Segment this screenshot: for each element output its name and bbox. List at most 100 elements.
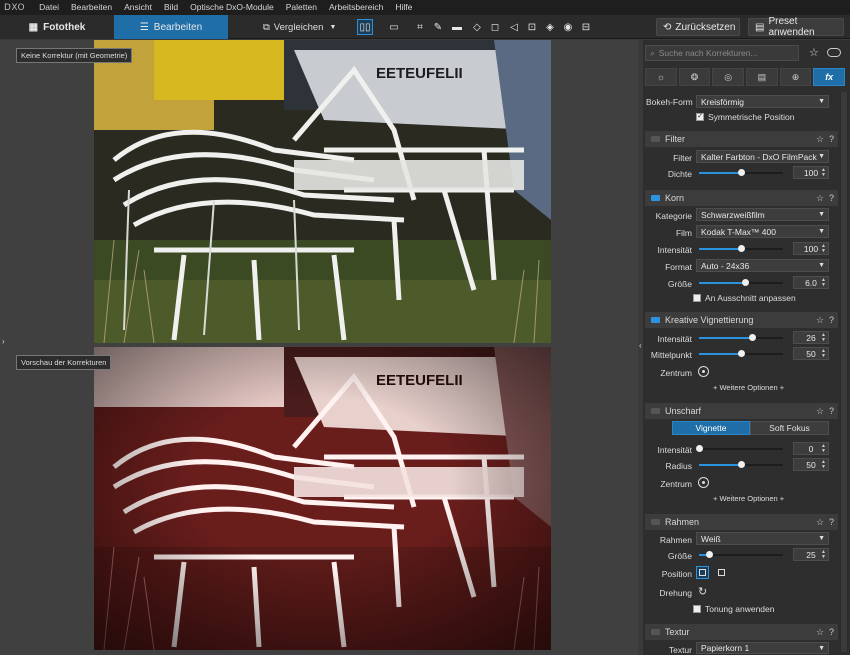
star-icon[interactable]: ☆ — [816, 627, 824, 638]
grain-intensity-input[interactable]: 100 ▲ ▼ — [793, 242, 829, 255]
section-toggle[interactable] — [651, 195, 660, 201]
perspective-rect-icon[interactable]: ◻ — [487, 19, 503, 35]
section-toggle[interactable] — [651, 629, 660, 635]
blur-more-options-link[interactable]: + Weitere Optionen + — [713, 494, 784, 503]
category-dropdown[interactable]: Schwarzweißfilm ▼ — [696, 208, 829, 221]
tab-watermark[interactable]: ⊕ — [779, 68, 812, 86]
vignette-more-options-link[interactable]: + Weitere Optionen + — [713, 383, 784, 392]
spinner-icon[interactable]: ▲ ▼ — [821, 243, 826, 254]
vignette-intensity-slider[interactable] — [699, 331, 783, 344]
slider-knob[interactable] — [706, 551, 714, 558]
tab-geometry[interactable]: ▤ — [746, 68, 778, 86]
section-grain[interactable]: Korn ☆? — [645, 190, 838, 206]
menu-ansicht[interactable]: Ansicht — [118, 0, 158, 15]
blur-intensity-input[interactable]: 0 ▲ ▼ — [793, 442, 829, 455]
menu-bild[interactable]: Bild — [158, 0, 184, 15]
frame-dropdown[interactable]: Weiß ▼ — [696, 532, 829, 545]
section-texture[interactable]: Textur ☆? — [645, 624, 838, 640]
help-icon[interactable]: ? — [829, 517, 834, 527]
frame-size-input[interactable]: 25 ▲ ▼ — [793, 548, 829, 561]
help-icon[interactable]: ? — [829, 315, 834, 325]
panel-scrollbar-thumb[interactable] — [841, 92, 847, 652]
menu-paletten[interactable]: Paletten — [280, 0, 323, 15]
film-dropdown[interactable]: Kodak T-Max™ 400 ▼ — [696, 225, 829, 238]
star-icon[interactable]: ☆ — [816, 406, 824, 417]
eyedropper-icon[interactable]: ✎ — [430, 19, 446, 35]
tab-library[interactable]: ▦ Fotothek — [0, 15, 114, 39]
spinner-icon[interactable]: ▲ ▼ — [821, 167, 826, 178]
position-outside-button[interactable] — [715, 566, 728, 579]
section-frame[interactable]: Rahmen ☆? — [645, 514, 838, 530]
search-box[interactable]: ⌕ — [645, 45, 799, 61]
midpoint-input[interactable]: 50 ▲ ▼ — [793, 347, 829, 360]
tab-detail[interactable]: ◎ — [712, 68, 745, 86]
grain-size-slider[interactable] — [699, 276, 783, 289]
left-panel-toggle-icon[interactable]: › — [2, 337, 5, 346]
spinner-icon[interactable]: ▲ ▼ — [821, 332, 826, 343]
section-toggle[interactable] — [651, 136, 660, 142]
reset-button[interactable]: ⟲ Zurücksetzen — [656, 18, 740, 36]
grain-size-input[interactable]: 6.0 ▲ ▼ — [793, 276, 829, 289]
toning-checkbox[interactable]: Tonung anwenden — [693, 604, 774, 614]
preview-after-image[interactable]: EETEUFELII — [94, 347, 551, 650]
section-toggle[interactable] — [651, 519, 660, 525]
eye-icon[interactable]: ◉ — [560, 19, 576, 35]
tab-light[interactable]: ☼ — [645, 68, 677, 86]
histogram-icon[interactable]: ⊟ — [578, 19, 594, 35]
format-dropdown[interactable]: Auto - 24x36 ▼ — [696, 259, 829, 272]
position-inside-button[interactable] — [696, 566, 709, 579]
perspective-icon[interactable]: ◇ — [469, 19, 485, 35]
spinner-icon[interactable]: ▲ ▼ — [821, 549, 826, 560]
tab-effects[interactable]: fx — [813, 68, 846, 86]
slider-knob[interactable] — [696, 445, 703, 452]
slider-knob[interactable] — [738, 350, 745, 357]
menu-bearbeiten[interactable]: Bearbeiten — [65, 0, 118, 15]
tab-color[interactable]: ❂ — [678, 68, 711, 86]
frame-size-slider[interactable] — [699, 548, 783, 561]
search-input[interactable] — [658, 48, 789, 58]
spinner-icon[interactable]: ▲ ▼ — [821, 277, 826, 288]
split-view-icon[interactable]: ▯▯ — [357, 19, 373, 35]
center-target-icon[interactable] — [698, 477, 709, 488]
menu-arbeitsbereich[interactable]: Arbeitsbereich — [323, 0, 389, 15]
grain-intensity-slider[interactable] — [699, 242, 783, 255]
slider-knob[interactable] — [738, 169, 745, 176]
density-slider[interactable] — [699, 166, 783, 179]
section-filter[interactable]: Filter ☆? — [645, 131, 838, 147]
center-target-icon[interactable] — [698, 366, 709, 377]
blur-intensity-slider[interactable] — [696, 442, 783, 455]
slider-knob[interactable] — [748, 334, 756, 341]
vignette-intensity-input[interactable]: 26 ▲ ▼ — [793, 331, 829, 344]
apply-preset-button[interactable]: ▤ Preset anwenden — [748, 16, 844, 38]
symmetric-checkbox[interactable]: ✓ Symmetrische Position — [696, 112, 794, 122]
spinner-icon[interactable]: ▲ ▼ — [821, 348, 826, 359]
filter-dropdown[interactable]: Kalter Farbton - DxO FilmPack ▼ — [696, 150, 829, 163]
slider-knob[interactable] — [742, 279, 750, 286]
spinner-icon[interactable]: ▲ ▼ — [821, 443, 826, 454]
help-icon[interactable]: ? — [829, 406, 834, 416]
radius-slider[interactable] — [699, 458, 783, 471]
menu-datei[interactable]: Datei — [33, 0, 65, 15]
menu-hilfe[interactable]: Hilfe — [389, 0, 418, 15]
crop-icon[interactable]: ⌗ — [412, 19, 428, 35]
horizon-icon[interactable]: ▬ — [449, 19, 465, 35]
section-toggle[interactable] — [651, 408, 660, 414]
help-icon[interactable]: ? — [829, 134, 834, 144]
section-blur[interactable]: Unscharf ☆? — [645, 403, 838, 419]
tab-edit[interactable]: ☰ Bearbeiten — [114, 15, 228, 39]
seg-vignette[interactable]: Vignette — [672, 421, 750, 435]
texture-dropdown[interactable]: Papierkorn 1 ▼ — [696, 642, 829, 654]
star-icon[interactable]: ☆ — [816, 315, 824, 326]
radius-input[interactable]: 50 ▲ ▼ — [793, 458, 829, 471]
toggle-switch-icon[interactable] — [827, 48, 841, 57]
rotate-icon[interactable]: ↻ — [698, 585, 707, 598]
repair-icon[interactable]: ⊡ — [524, 19, 540, 35]
right-panel-toggle-icon[interactable]: ‹ — [639, 341, 642, 350]
midpoint-slider[interactable] — [699, 347, 783, 360]
spinner-icon[interactable]: ▲ ▼ — [821, 459, 826, 470]
slider-knob[interactable] — [738, 461, 745, 468]
section-vignette[interactable]: Kreative Vignettierung ☆? — [645, 312, 838, 328]
eraser-icon[interactable]: ◈ — [542, 19, 558, 35]
fit-screen-icon[interactable]: ▭ — [386, 19, 402, 35]
star-icon[interactable]: ☆ — [816, 134, 824, 145]
